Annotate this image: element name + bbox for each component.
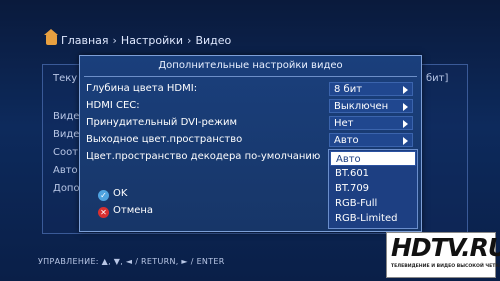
background-item[interactable]: Текy [53, 73, 77, 84]
background-value: бит] [426, 73, 449, 84]
cancel-label: Отмена [113, 205, 154, 216]
arrow-right-icon [403, 137, 408, 145]
hdmi-cec-label: HDMI CEC: [86, 100, 140, 111]
output-colorspace-label: Выходное цвет.пространство [86, 134, 243, 145]
breadcrumb-separator: › [187, 34, 192, 47]
dropdown-option-rgb-limited[interactable]: RGB-Limited [330, 211, 416, 226]
dialog-title: Дополнительные настройки видео [158, 60, 343, 71]
cancel-button[interactable]: ✕ Отмена [98, 205, 153, 218]
select-value: Нет [334, 118, 354, 129]
close-icon: ✕ [98, 207, 109, 218]
forced-dvi-select[interactable]: Нет [329, 116, 413, 130]
hdmi-color-depth-select[interactable]: 8 бит [329, 82, 413, 96]
check-icon: ✓ [98, 190, 109, 201]
logo-tagline: ТЕЛЕВИДЕНИЕ И ВИДЕО ВЫСОКОЙ ЧЕТКОСТИ [391, 264, 500, 269]
dropdown-option-bt601[interactable]: BT.601 [330, 166, 416, 181]
home-icon [44, 29, 58, 45]
output-colorspace-select[interactable]: Авто [329, 133, 413, 147]
ok-label: OK [113, 188, 128, 199]
forced-dvi-label: Принудительный DVI-режим [86, 117, 238, 128]
dropdown-option-bt709[interactable]: BT.709 [330, 181, 416, 196]
arrow-right-icon [403, 86, 408, 94]
breadcrumb: Главная › Настройки › Видео [44, 29, 232, 47]
breadcrumb-settings[interactable]: Настройки [121, 34, 183, 47]
select-value: Авто [334, 135, 359, 146]
select-value: 8 бит [334, 84, 363, 95]
dropdown-option-rgb-full[interactable]: RGB-Full [330, 196, 416, 211]
hdmi-cec-select[interactable]: Выключен [329, 99, 413, 113]
advanced-video-settings-dialog: Дополнительные настройки видео Глубина ц… [79, 55, 422, 232]
breadcrumb-video: Видео [195, 34, 232, 47]
logo-name: HDTV.RU [391, 233, 500, 262]
background-item[interactable]: Авто [53, 165, 78, 176]
background-item[interactable]: Соот [53, 147, 78, 158]
control-hint: УПРАВЛЕНИЕ: ▲, ▼, ◄ / RETURN, ► / ENTER [38, 257, 225, 266]
hdtv-logo: HDTV.RU ТЕЛЕВИДЕНИЕ И ВИДЕО ВЫСОКОЙ ЧЕТК… [386, 232, 500, 278]
decoder-colorspace-label: Цвет.пространство декодера по-умолчанию [86, 151, 321, 162]
dropdown-option-auto[interactable]: Авто [330, 151, 416, 166]
arrow-right-icon [403, 120, 408, 128]
background-item[interactable]: Виде [53, 111, 79, 122]
title-divider [84, 76, 417, 77]
ok-button[interactable]: ✓ OK [98, 188, 127, 201]
decoder-colorspace-dropdown[interactable]: Авто BT.601 BT.709 RGB-Full RGB-Limited [328, 149, 418, 229]
breadcrumb-separator: › [112, 34, 117, 47]
select-value: Выключен [334, 101, 389, 112]
background-item[interactable]: Допо [53, 183, 80, 194]
breadcrumb-home[interactable]: Главная [61, 34, 109, 47]
background-item[interactable]: Виде [53, 129, 79, 140]
hdmi-color-depth-label: Глубина цвета HDMI: [86, 83, 198, 94]
arrow-right-icon [403, 103, 408, 111]
